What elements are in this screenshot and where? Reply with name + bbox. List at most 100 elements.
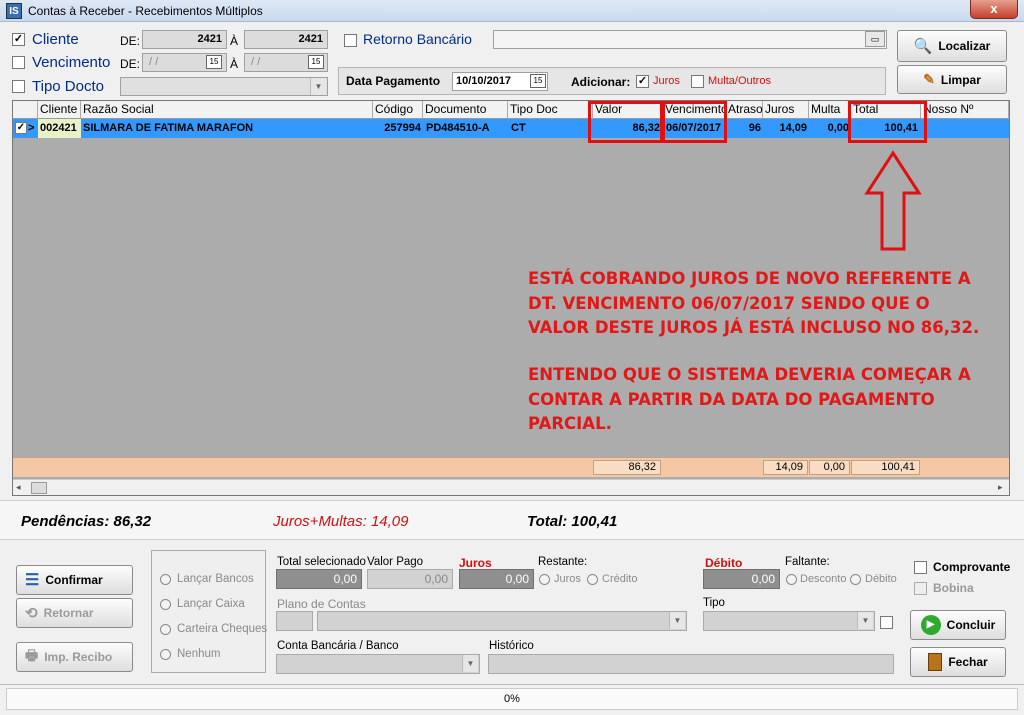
faltante-desconto-label: Desconto [800,573,847,585]
col-header-nosso[interactable]: Nosso Nº [921,101,1009,119]
total-text: Total: 100,41 [527,513,618,530]
adicionar-label: Adicionar: [571,75,631,89]
total-valor: 86,32 [593,460,661,475]
tipo-docto-select[interactable] [120,77,328,96]
col-header-documento[interactable]: Documento [423,101,508,119]
retorno-file-field[interactable] [493,30,887,49]
calendar-icon[interactable]: 15 [206,55,222,69]
col-header-select [13,101,38,119]
localizar-button[interactable]: 🔍 Localizar [897,30,1007,62]
col-header-multa[interactable]: Multa [809,101,851,119]
cliente-de-label: DE: [120,34,141,48]
cell-codigo: 257994 [384,122,421,134]
radio-label: Nenhum [177,648,221,660]
row-checkbox[interactable]: ✓ [15,122,27,134]
col-header-tipo[interactable]: Tipo Doc [508,101,593,119]
juros-multas-text: Juros+Multas: 14,09 [273,513,409,530]
folder-icon[interactable]: ▭ [865,31,885,47]
eraser-icon: ✎ [923,71,935,87]
total-juros: 14,09 [763,460,808,475]
total-total: 100,41 [851,460,920,475]
app-icon: IS [6,3,22,19]
concluir-button[interactable]: ▶ Concluir [910,610,1006,640]
calendar-icon[interactable]: 15 [308,55,324,69]
close-button[interactable]: x [970,0,1018,19]
data-grid[interactable]: Cliente Razão Social Código Documento Ti… [12,100,1010,496]
printer-icon: 🖶 [25,647,39,663]
scroll-right-icon[interactable]: ▸ [998,482,1003,493]
faltante-label: Faltante: [785,556,830,568]
scroll-thumb[interactable] [31,482,47,494]
fechar-button[interactable]: Fechar [910,647,1006,677]
col-header-vencimento[interactable]: Vencimento [663,101,728,119]
comprovante-checkbox[interactable] [914,561,927,574]
cliente-checkbox[interactable]: ✓ [12,33,25,46]
plano-contas-label: Plano de Contas [277,597,366,611]
chevron-down-icon[interactable]: ▼ [669,612,685,629]
horizontal-scrollbar[interactable]: ◂ ▸ [13,479,1009,495]
restante-juros-label: Juros [554,573,581,585]
radio-faltante-desconto[interactable] [786,574,797,585]
scroll-left-icon[interactable]: ◂ [16,482,21,493]
vencimento-de-label: DE: [120,57,141,71]
total-multa: 0,00 [809,460,850,475]
radio-faltante-debito[interactable] [850,574,861,585]
progress-bar: 0% [6,688,1018,710]
plano-contas-select[interactable] [317,611,687,631]
tipo-label: Tipo [703,597,725,609]
radio-nenhum[interactable] [160,649,171,660]
cell-juros: 14,09 [779,122,807,134]
multa-option-label: Multa/Outros [708,75,771,87]
cliente-to-field[interactable]: 2421 [244,30,328,49]
retorno-checkbox[interactable] [344,34,357,47]
radio-label: Lançar Bancos [177,573,254,585]
radio-lancar-bancos[interactable] [160,574,171,585]
table-row[interactable]: ✓ > 002421 SILMARA DE FATIMA MARAFON 257… [13,119,1009,138]
totals-row: 86,32 14,09 0,00 100,41 [13,457,1009,477]
cell-vencimento: 06/07/2017 [666,122,722,134]
valor-pago-field[interactable]: 0,00 [367,569,453,589]
col-header-valor[interactable]: Valor [593,101,663,119]
chevron-down-icon[interactable]: ▼ [462,655,478,672]
cliente-from-field[interactable]: 2421 [142,30,227,49]
tipo-checkbox[interactable] [880,616,893,629]
cell-cliente: 002421 [38,119,81,138]
calendar-icon[interactable]: 15 [530,74,546,88]
tipo-select[interactable] [703,611,875,631]
historico-field[interactable] [488,654,894,674]
chevron-down-icon[interactable]: ▼ [310,78,326,95]
vencimento-label: Vencimento [32,54,111,71]
col-header-total[interactable]: Total [851,101,921,119]
col-header-cliente[interactable]: Cliente [38,101,81,119]
imp-recibo-button[interactable]: 🖶 Imp. Recibo [16,642,133,672]
radio-restante-credito[interactable] [587,574,598,585]
restante-credito-label: Crédito [602,573,638,585]
multa-checkbox[interactable] [691,75,704,88]
data-pagamento-label: Data Pagamento [346,74,441,88]
radio-restante-juros[interactable] [539,574,550,585]
retornar-button[interactable]: ⟲ Retornar [16,598,133,628]
retornar-icon: ⟲ [25,605,38,622]
cliente-label: Cliente [32,31,79,48]
list-icon: ☰ [25,572,40,589]
bobina-checkbox[interactable] [914,582,927,595]
juros-checkbox[interactable]: ✓ [636,75,649,88]
bobina-label: Bobina [933,581,974,595]
window-title: Contas à Receber - Recebimentos Múltiplo… [28,4,263,18]
chevron-down-icon[interactable]: ▼ [857,612,873,629]
col-header-atraso[interactable]: Atraso [726,101,763,119]
radio-carteira-cheques[interactable] [160,624,171,635]
col-header-codigo[interactable]: Código [373,101,423,119]
limpar-button[interactable]: ✎ Limpar [897,65,1007,94]
plano-code-field[interactable] [276,611,313,631]
play-icon: ▶ [920,615,941,635]
confirmar-button[interactable]: ☰ Confirmar [16,565,133,595]
conta-bancaria-select[interactable] [276,654,480,674]
juros-option-label: Juros [653,75,680,87]
vencimento-checkbox[interactable] [12,56,25,69]
tipo-docto-checkbox[interactable] [12,80,25,93]
col-header-juros[interactable]: Juros [763,101,809,119]
radio-lancar-caixa[interactable] [160,599,171,610]
col-header-razao[interactable]: Razão Social [81,101,373,119]
radio-label: Lançar Caixa [177,598,245,610]
